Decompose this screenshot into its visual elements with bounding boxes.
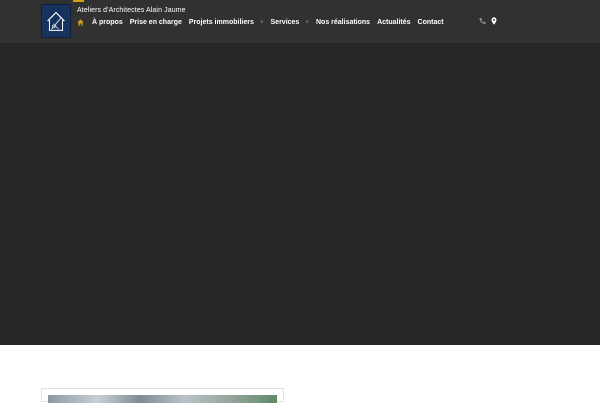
nav-item-label: Contact [417,18,444,26]
main-nav: À propos Prise en charge Projets immobil… [77,17,444,27]
site-logo[interactable]: W [41,4,71,38]
map-pin-icon[interactable] [491,17,497,25]
hero-banner [0,43,600,345]
nav-item-contact[interactable]: Contact [418,19,444,26]
phone-icon[interactable] [479,17,486,25]
nav-item-label: Services [270,18,300,26]
nav-item-label: Actualités [377,18,411,26]
house-logo-icon: W [47,11,65,31]
nav-item-a-propos[interactable]: À propos [92,19,123,26]
nav-item-label: Nos réalisations [316,18,371,26]
nav-item-nos-realisations[interactable]: Nos réalisations [316,19,370,26]
nav-item-label: Prise en charge [129,18,182,26]
site-title[interactable]: Ateliers d'Architectes Alain Jaume [77,7,186,14]
home-icon[interactable] [77,18,84,26]
chevron-down-icon: ∨ [305,19,309,25]
accent-bar [73,0,84,2]
site-header: W Ateliers d'Architectes Alain Jaume À p… [0,0,600,43]
card-image [48,395,277,403]
nav-item-label: Projets immobiliers [188,18,254,26]
nav-item-prise-en-charge[interactable]: Prise en charge [130,19,182,26]
nav-item-projets-immobiliers[interactable]: Projets immobiliers ∨ [189,19,264,26]
nav-item-actualites[interactable]: Actualités [377,19,410,26]
nav-item-label: À propos [92,18,123,26]
nav-item-services[interactable]: Services ∨ [271,19,309,26]
chevron-down-icon: ∨ [259,19,264,25]
